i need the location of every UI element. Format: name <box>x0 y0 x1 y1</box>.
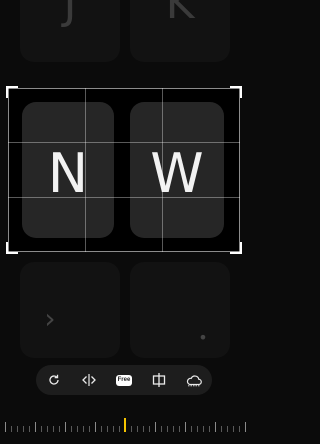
dial-tick <box>143 426 144 432</box>
key-left-lower: › <box>20 262 120 358</box>
dial-tick <box>137 426 138 432</box>
dial-tick <box>197 426 198 432</box>
rotate-button[interactable] <box>43 369 65 391</box>
crop-ratio-button[interactable] <box>148 369 170 391</box>
dial-tick <box>35 422 36 432</box>
dial-tick <box>77 426 78 432</box>
free-aspect-button[interactable]: Free <box>113 369 135 391</box>
dial-tick <box>53 426 54 432</box>
key-j: J <box>20 0 120 62</box>
crop-handle-bottom-left[interactable] <box>6 242 18 254</box>
free-aspect-icon: Free <box>115 374 133 386</box>
key-w: W <box>130 102 224 238</box>
dial-tick <box>41 426 42 432</box>
dial-tick <box>101 426 102 432</box>
rotate-icon <box>48 374 59 385</box>
dial-tick <box>131 426 132 432</box>
dial-tick <box>233 426 234 432</box>
dial-tick <box>167 426 168 432</box>
dial-tick <box>173 426 174 432</box>
crop-handle-bottom-right[interactable] <box>230 242 242 254</box>
key-right-lower: • <box>130 262 230 358</box>
flip-horizontal-button[interactable] <box>78 369 100 391</box>
dial-tick <box>47 426 48 432</box>
dial-tick <box>221 426 222 432</box>
eraser-icon <box>187 375 203 387</box>
dial-tick <box>59 426 60 432</box>
crop-border-left <box>8 88 9 252</box>
dial-tick <box>17 426 18 432</box>
dial-tick <box>71 426 72 432</box>
dial-tick <box>65 422 66 432</box>
dial-tick <box>119 426 120 432</box>
dial-tick <box>227 426 228 432</box>
flip-horizontal-icon <box>81 374 96 386</box>
dot-icon: • <box>198 328 208 347</box>
dial-tick <box>161 426 162 432</box>
grid-line-v2 <box>162 88 163 252</box>
dial-indicator <box>124 418 126 432</box>
dial-tick <box>89 426 90 432</box>
rotation-dial[interactable] <box>0 412 250 438</box>
dial-tick <box>179 426 180 432</box>
dial-tick <box>29 426 30 432</box>
dial-tick <box>203 426 204 432</box>
eraser-button[interactable] <box>183 369 205 391</box>
crop-area[interactable]: N W <box>6 86 242 254</box>
dial-tick <box>245 422 246 432</box>
key-w-label: W <box>150 142 204 205</box>
dial-tick <box>209 426 210 432</box>
key-n-label: N <box>47 142 89 205</box>
key-k: K <box>130 0 230 62</box>
dial-tick <box>95 422 96 432</box>
dial-tick <box>149 426 150 432</box>
dial-tick <box>239 426 240 432</box>
crop-border-top <box>8 88 240 89</box>
grid-line-h1 <box>8 142 240 143</box>
dial-tick <box>83 426 84 432</box>
edit-toolbar: Free <box>36 365 212 395</box>
crop-border-right <box>239 88 240 252</box>
dial-tick <box>113 426 114 432</box>
chevron-right-icon: › <box>44 302 56 335</box>
key-n: N <box>22 102 114 238</box>
crop-handle-top-right[interactable] <box>230 86 242 98</box>
key-k-label: K <box>165 0 195 29</box>
dial-tick <box>185 422 186 432</box>
dial-tick <box>215 422 216 432</box>
crop-border-bottom <box>8 251 240 252</box>
grid-line-v1 <box>85 88 86 252</box>
grid-line-h2 <box>8 197 240 198</box>
dial-tick <box>107 426 108 432</box>
key-j-label: J <box>63 0 77 29</box>
dial-tick <box>23 426 24 432</box>
crop-handle-top-left[interactable] <box>6 86 18 98</box>
dial-tick <box>155 422 156 432</box>
dial-tick <box>11 426 12 432</box>
dial-tick <box>5 422 6 432</box>
crop-ratio-icon <box>153 373 166 387</box>
dial-tick <box>191 426 192 432</box>
